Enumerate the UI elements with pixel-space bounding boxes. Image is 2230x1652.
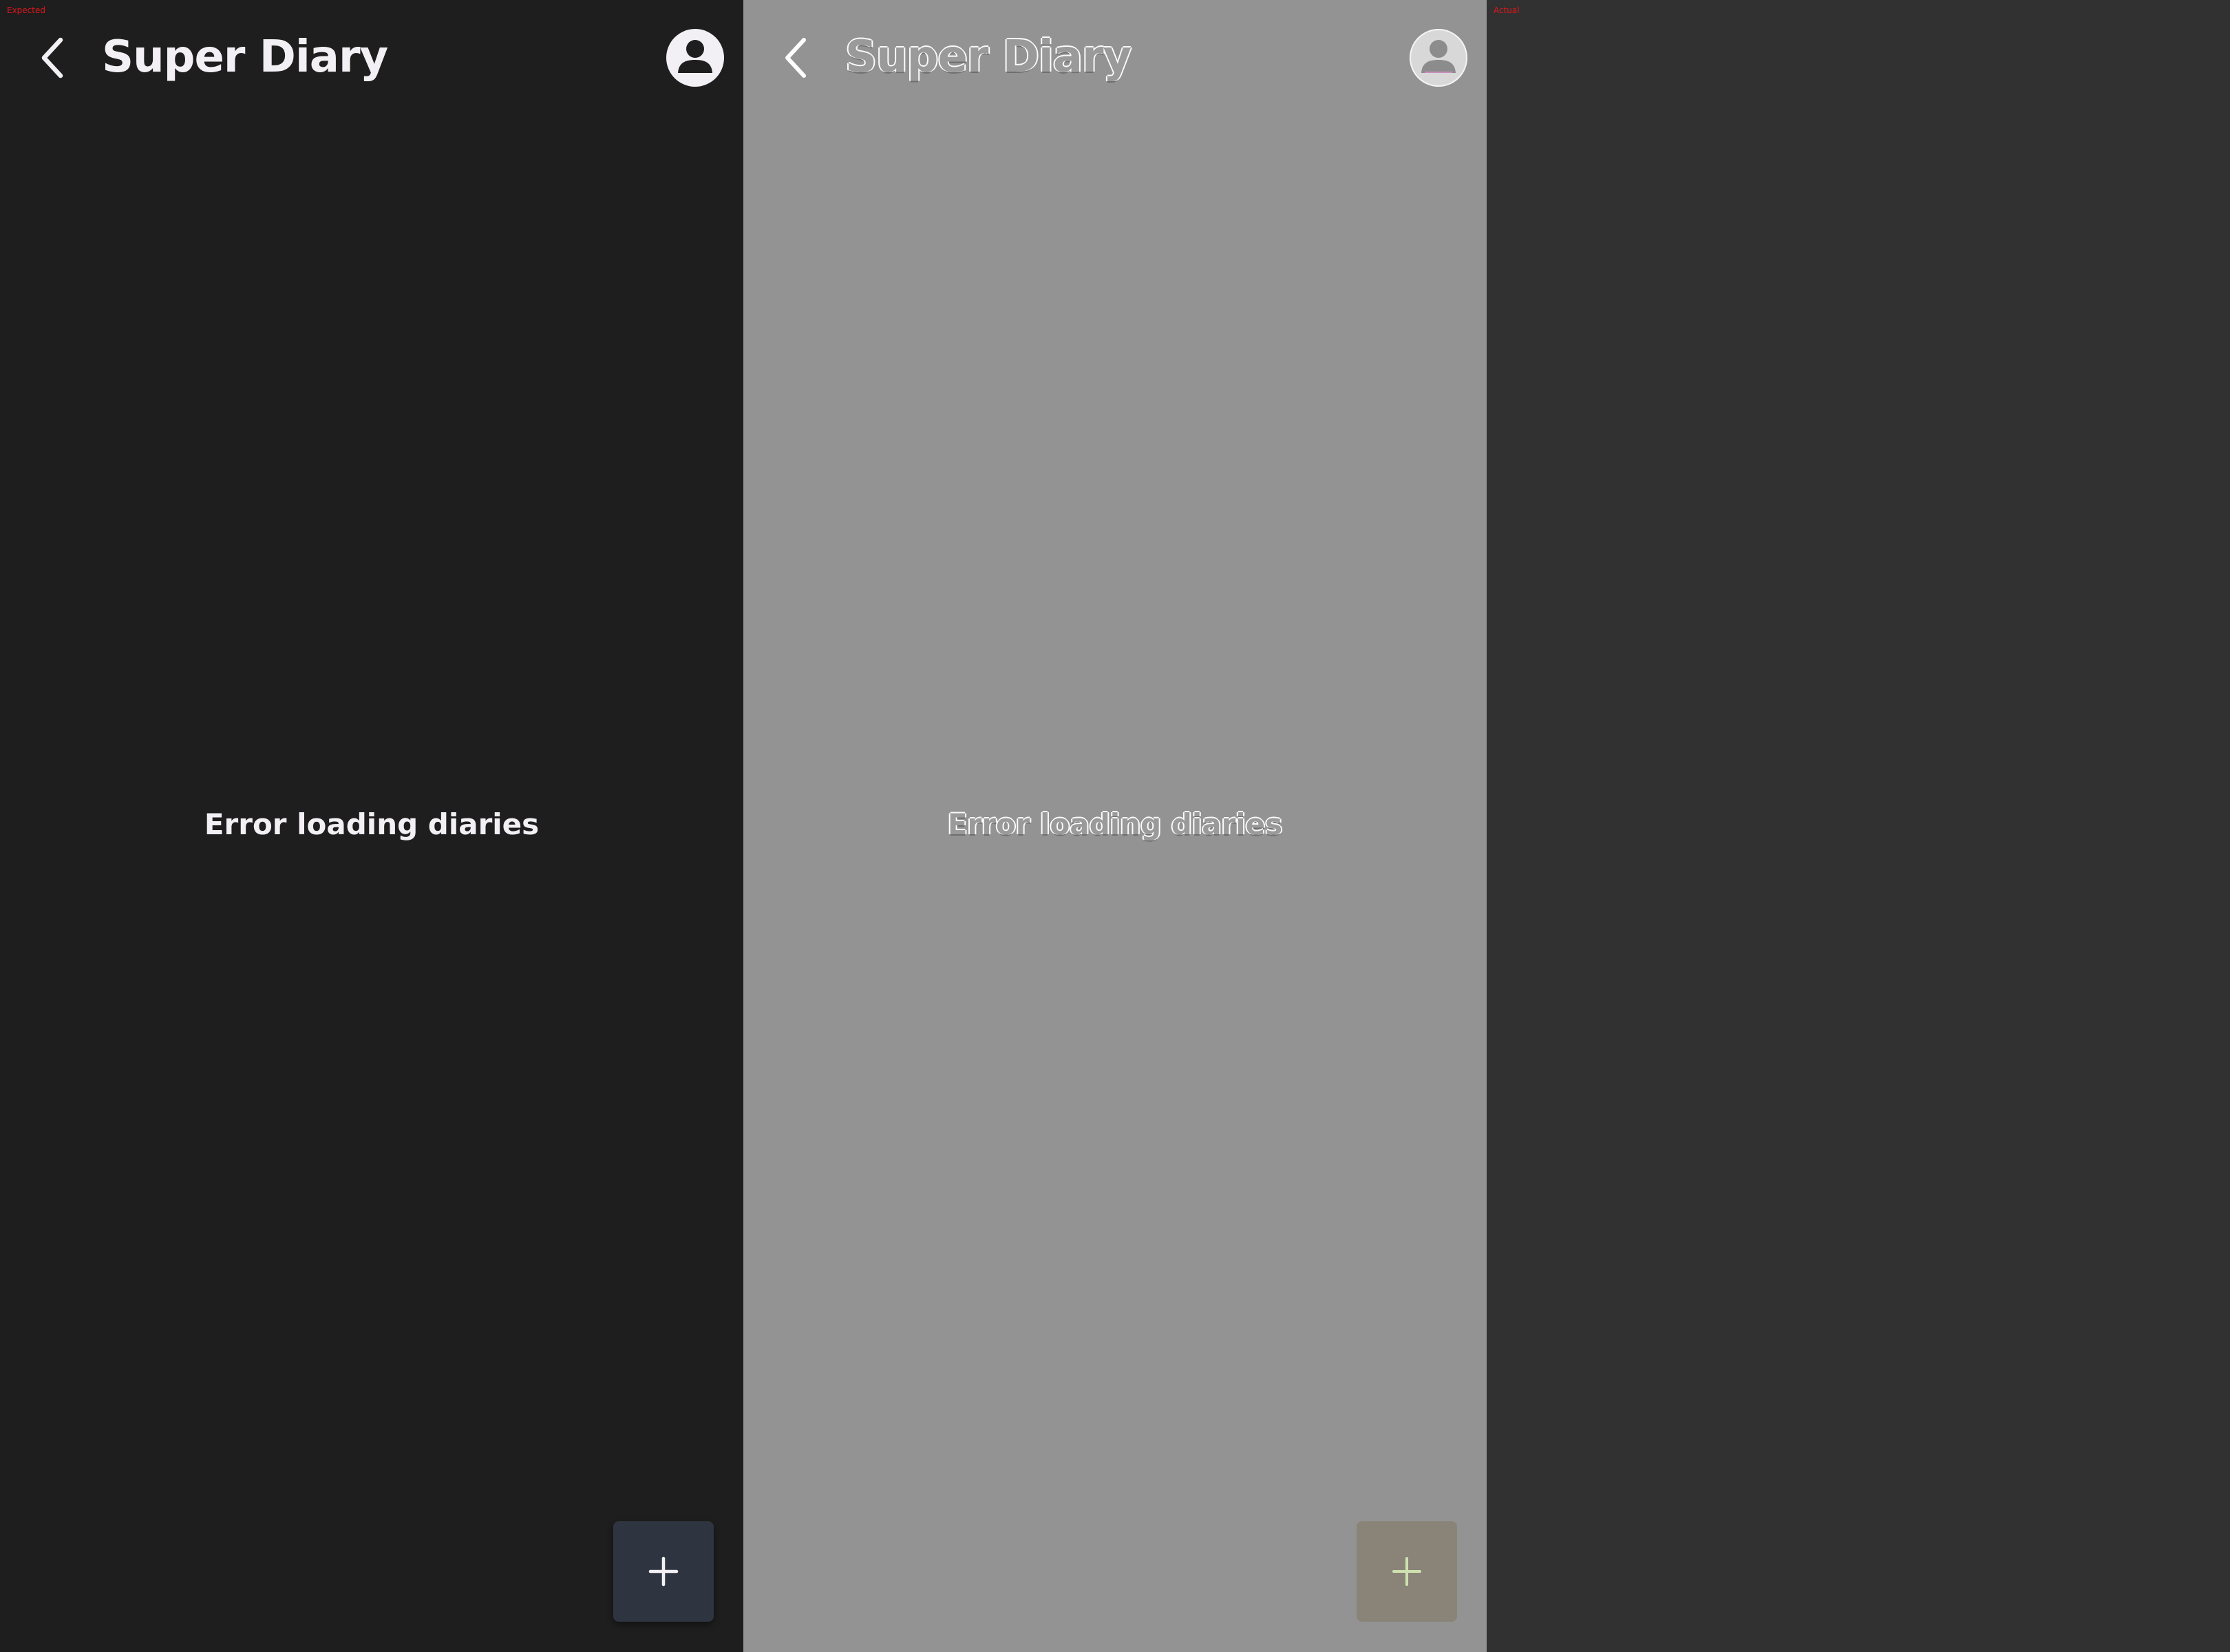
comparison-view: Super Diary Error loading diaries Super … xyxy=(0,0,2230,1652)
account-button[interactable] xyxy=(1410,29,1467,87)
account-circle-icon xyxy=(1410,29,1467,87)
add-diary-button[interactable] xyxy=(613,1521,714,1622)
back-button[interactable] xyxy=(771,30,820,85)
diff-panel: Super Diary Error loading diaries xyxy=(743,0,1487,1652)
expected-label: Expected xyxy=(7,6,45,15)
chevron-left-icon xyxy=(785,38,806,78)
add-diary-button[interactable] xyxy=(1357,1521,1457,1622)
back-button[interactable] xyxy=(28,30,77,85)
app-title: Super Diary xyxy=(102,32,388,83)
chevron-left-icon xyxy=(41,37,63,78)
actual-label: Actual xyxy=(1494,6,1520,15)
plus-icon xyxy=(1392,1557,1421,1586)
account-button[interactable] xyxy=(666,29,724,87)
error-message: Error loading diaries xyxy=(204,807,540,841)
plus-icon xyxy=(648,1556,679,1587)
app-title: Super Diary xyxy=(845,32,1132,83)
error-message: Error loading diaries xyxy=(947,807,1283,841)
expected-panel: Super Diary Error loading diaries xyxy=(0,0,743,1652)
app-bar: Super Diary xyxy=(743,0,1487,116)
app-bar: Super Diary xyxy=(0,0,743,116)
account-circle-icon xyxy=(678,40,712,73)
